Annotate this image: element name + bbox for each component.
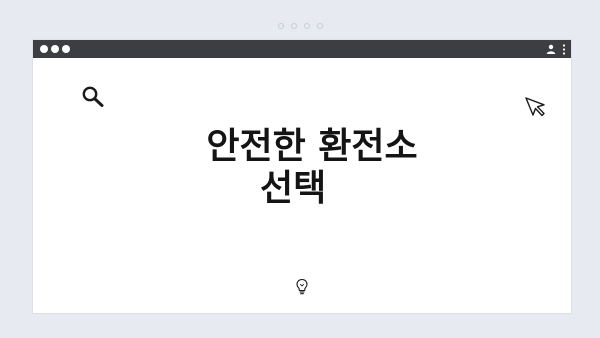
carousel-dots: [0, 23, 600, 29]
user-icon[interactable]: [546, 44, 556, 54]
window-titlebar: [33, 40, 571, 58]
headline-line-1: 안전한 환전소: [206, 126, 418, 167]
carousel-dot[interactable]: [277, 23, 284, 29]
cursor-icon: [525, 97, 545, 117]
headline-line-2: 선택: [260, 168, 327, 209]
window-control-dot[interactable]: [62, 45, 70, 53]
search-icon: [82, 86, 104, 107]
kebab-menu-icon[interactable]: [562, 44, 566, 55]
lightbulb-icon: [296, 278, 308, 295]
window-control-dot[interactable]: [51, 45, 59, 53]
slide-canvas: 안전한 환전소 선택: [0, 0, 600, 338]
slide-headline: 안전한 환전소 선택: [33, 126, 571, 210]
browser-window: 안전한 환전소 선택: [33, 40, 571, 313]
window-control-dot[interactable]: [40, 45, 48, 53]
carousel-dot[interactable]: [316, 23, 323, 29]
carousel-dot[interactable]: [290, 23, 297, 29]
carousel-dot[interactable]: [303, 23, 310, 29]
